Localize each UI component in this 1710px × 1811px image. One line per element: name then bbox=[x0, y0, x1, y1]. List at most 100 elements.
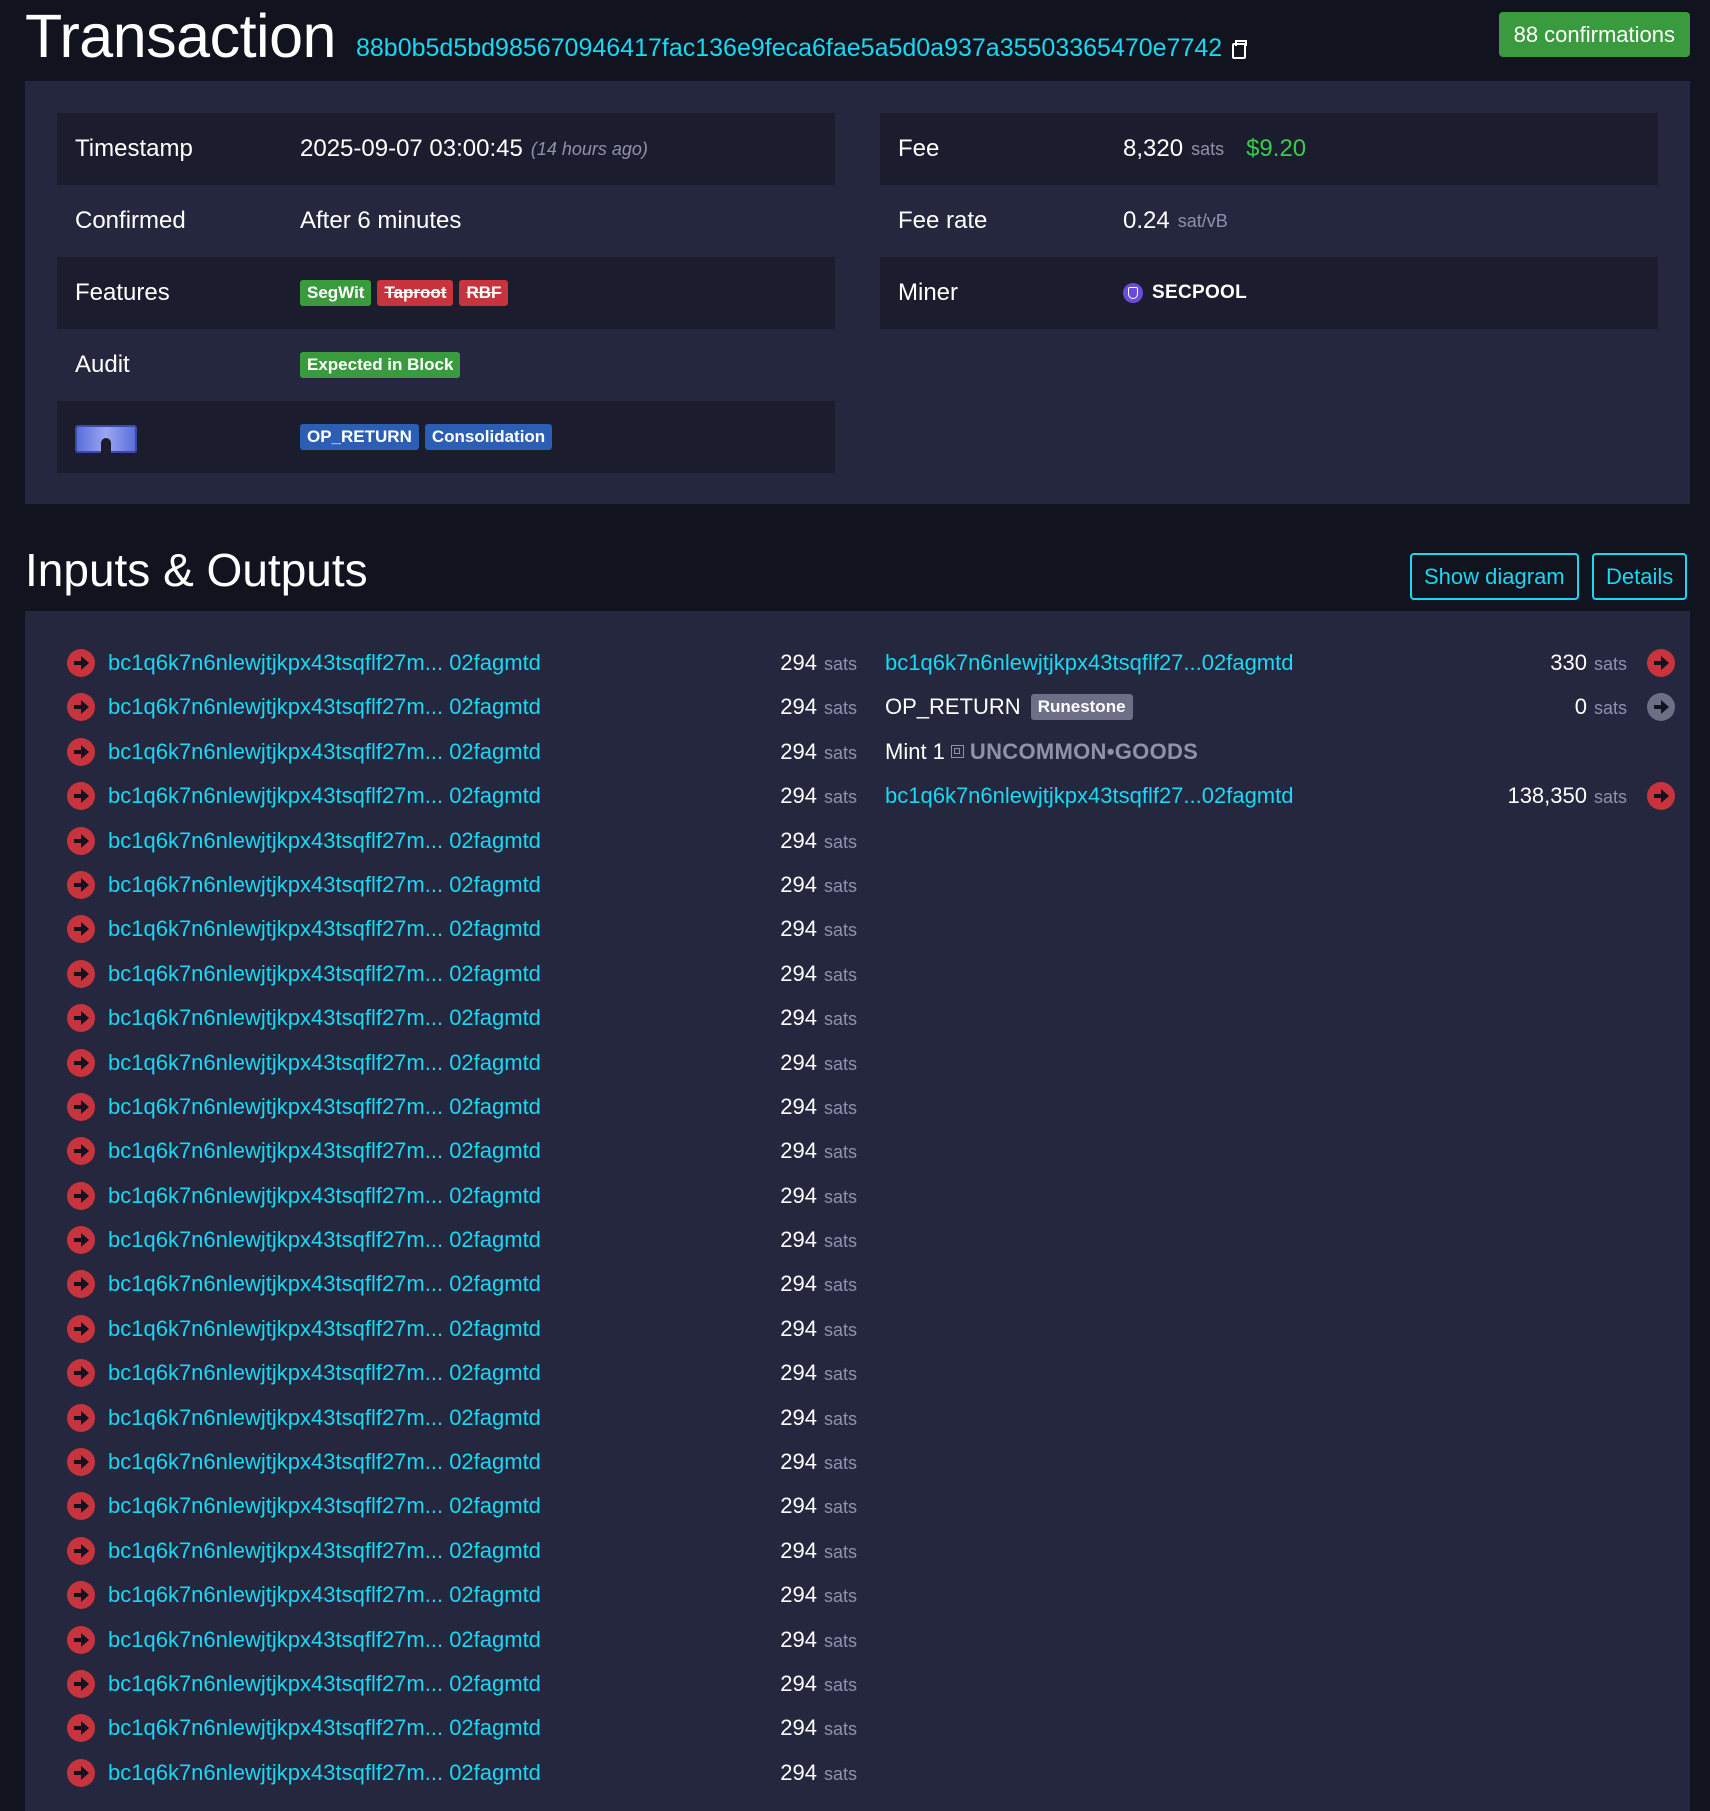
input-amount-unit: sats bbox=[823, 1541, 857, 1562]
previous-output-arrow-icon[interactable] bbox=[67, 826, 95, 855]
input-address-link[interactable]: bc1q6k7n6nlewjtjkpx43tsqflf27m... 02fagm… bbox=[108, 1307, 541, 1351]
previous-output-arrow-icon[interactable] bbox=[67, 1758, 95, 1787]
previous-output-arrow-icon[interactable] bbox=[67, 1714, 95, 1743]
feature-rbf-badge[interactable]: RBF bbox=[459, 280, 509, 306]
previous-output-arrow-icon[interactable] bbox=[67, 1048, 95, 1077]
input-amount-value: 294 bbox=[780, 1537, 817, 1563]
input-address-link[interactable]: bc1q6k7n6nlewjtjkpx43tsqflf27m... 02fagm… bbox=[108, 863, 541, 907]
input-address-link[interactable]: bc1q6k7n6nlewjtjkpx43tsqflf27m... 02fagm… bbox=[108, 641, 541, 685]
input-amount: 294 sats bbox=[657, 1662, 857, 1707]
input-address-link[interactable]: bc1q6k7n6nlewjtjkpx43tsqflf27m... 02fagm… bbox=[108, 730, 541, 774]
txid-text[interactable]: 88b0b5d5bd985670946417fac136e9feca6fae5a… bbox=[356, 34, 1222, 62]
feature-segwit-badge[interactable]: SegWit bbox=[300, 280, 372, 306]
previous-output-arrow-icon[interactable] bbox=[67, 870, 95, 899]
op-return-text: OP_RETURN bbox=[885, 694, 1021, 720]
unspendable-arrow-icon[interactable] bbox=[1647, 693, 1675, 722]
previous-output-arrow-icon[interactable] bbox=[67, 1536, 95, 1565]
previous-output-arrow-icon[interactable] bbox=[67, 782, 95, 811]
miner-name[interactable]: SECPOOL bbox=[1152, 282, 1247, 304]
previous-output-arrow-icon[interactable] bbox=[67, 1004, 95, 1033]
previous-output-arrow-icon[interactable] bbox=[67, 649, 95, 677]
input-address-link[interactable]: bc1q6k7n6nlewjtjkpx43tsqflf27m... 02fagm… bbox=[108, 1129, 541, 1173]
input-row: bc1q6k7n6nlewjtjkpx43tsqflf27m... 02fagm… bbox=[67, 1618, 857, 1662]
pool-logo-icon bbox=[1123, 283, 1143, 303]
output-amount-value: 330 bbox=[1550, 650, 1587, 675]
input-row: bc1q6k7n6nlewjtjkpx43tsqflf27m... 02fagm… bbox=[67, 996, 857, 1040]
input-address-link[interactable]: bc1q6k7n6nlewjtjkpx43tsqflf27m... 02fagm… bbox=[108, 819, 541, 863]
fee-label: Fee bbox=[898, 135, 940, 162]
input-row: bc1q6k7n6nlewjtjkpx43tsqflf27m... 02fagm… bbox=[67, 1484, 857, 1528]
txid-link[interactable]: 88b0b5d5bd985670946417fac136e9feca6fae5a… bbox=[356, 34, 1248, 63]
previous-output-arrow-icon[interactable] bbox=[67, 693, 95, 722]
input-address-link[interactable]: bc1q6k7n6nlewjtjkpx43tsqflf27m... 02fagm… bbox=[108, 1041, 541, 1085]
input-address-link[interactable]: bc1q6k7n6nlewjtjkpx43tsqflf27m... 02fagm… bbox=[108, 1440, 541, 1484]
input-address-link[interactable]: bc1q6k7n6nlewjtjkpx43tsqflf27m... 02fagm… bbox=[108, 1396, 541, 1440]
input-amount-unit: sats bbox=[823, 1719, 857, 1740]
feature-taproot-badge[interactable]: Taproot bbox=[377, 280, 454, 306]
timestamp-label: Timestamp bbox=[75, 135, 193, 162]
inputs-list: bc1q6k7n6nlewjtjkpx43tsqflf27m... 02fagm… bbox=[67, 641, 857, 1795]
op-return-label: OP_RETURN Runestone bbox=[885, 685, 1139, 729]
input-row: bc1q6k7n6nlewjtjkpx43tsqflf27m... 02fagm… bbox=[67, 907, 857, 951]
input-amount: 294 sats bbox=[657, 1129, 857, 1174]
previous-output-arrow-icon[interactable] bbox=[67, 1137, 95, 1166]
input-address-link[interactable]: bc1q6k7n6nlewjtjkpx43tsqflf27m... 02fagm… bbox=[108, 1751, 541, 1795]
input-address-link[interactable]: bc1q6k7n6nlewjtjkpx43tsqflf27m... 02fagm… bbox=[108, 1573, 541, 1617]
input-address-link[interactable]: bc1q6k7n6nlewjtjkpx43tsqflf27m... 02fagm… bbox=[108, 952, 541, 996]
input-address-link[interactable]: bc1q6k7n6nlewjtjkpx43tsqflf27m... 02fagm… bbox=[108, 1085, 541, 1129]
input-amount: 294 sats bbox=[657, 1751, 857, 1796]
audit-badge[interactable]: Expected in Block bbox=[300, 352, 461, 378]
previous-output-arrow-icon[interactable] bbox=[67, 959, 95, 988]
spent-arrow-icon[interactable] bbox=[1647, 649, 1675, 677]
input-address-link[interactable]: bc1q6k7n6nlewjtjkpx43tsqflf27m... 02fagm… bbox=[108, 1351, 541, 1395]
previous-output-arrow-icon[interactable] bbox=[67, 1669, 95, 1698]
previous-output-arrow-icon[interactable] bbox=[67, 1314, 95, 1343]
input-amount-value: 294 bbox=[780, 827, 817, 853]
spent-arrow-icon[interactable] bbox=[1647, 782, 1675, 811]
output-address-link[interactable]: bc1q6k7n6nlewjtjkpx43tsqflf27...02fagmtd bbox=[885, 774, 1293, 818]
input-address-link[interactable]: bc1q6k7n6nlewjtjkpx43tsqflf27m... 02fagm… bbox=[108, 1262, 541, 1306]
output-row: bc1q6k7n6nlewjtjkpx43tsqflf27...02fagmtd… bbox=[885, 641, 1675, 685]
previous-output-arrow-icon[interactable] bbox=[67, 915, 95, 944]
input-amount-unit: sats bbox=[823, 787, 857, 808]
previous-output-arrow-icon[interactable] bbox=[67, 1492, 95, 1521]
input-address-link[interactable]: bc1q6k7n6nlewjtjkpx43tsqflf27m... 02fagm… bbox=[108, 1529, 541, 1573]
previous-output-arrow-icon[interactable] bbox=[67, 1270, 95, 1299]
input-address-link[interactable]: bc1q6k7n6nlewjtjkpx43tsqflf27m... 02fagm… bbox=[108, 1662, 541, 1706]
details-button[interactable]: Details bbox=[1592, 553, 1688, 600]
fee-fiat[interactable]: $9.20 bbox=[1246, 135, 1306, 163]
input-amount-value: 294 bbox=[780, 871, 817, 897]
previous-output-arrow-icon[interactable] bbox=[67, 737, 95, 766]
input-address-link[interactable]: bc1q6k7n6nlewjtjkpx43tsqflf27m... 02fagm… bbox=[108, 907, 541, 951]
input-address-link[interactable]: bc1q6k7n6nlewjtjkpx43tsqflf27m... 02fagm… bbox=[108, 685, 541, 729]
previous-output-arrow-icon[interactable] bbox=[67, 1448, 95, 1477]
audit-label: Audit bbox=[75, 351, 130, 378]
output-amount: 330 sats bbox=[1367, 641, 1627, 686]
input-address-link[interactable]: bc1q6k7n6nlewjtjkpx43tsqflf27m... 02fagm… bbox=[108, 1174, 541, 1218]
input-amount: 294 sats bbox=[657, 1218, 857, 1263]
input-row: bc1q6k7n6nlewjtjkpx43tsqflf27m... 02fagm… bbox=[67, 1307, 857, 1351]
previous-output-arrow-icon[interactable] bbox=[67, 1359, 95, 1388]
previous-output-arrow-icon[interactable] bbox=[67, 1226, 95, 1255]
input-amount-value: 294 bbox=[780, 783, 817, 809]
input-amount: 294 sats bbox=[657, 819, 857, 864]
input-address-link[interactable]: bc1q6k7n6nlewjtjkpx43tsqflf27m... 02fagm… bbox=[108, 774, 541, 818]
previous-output-arrow-icon[interactable] bbox=[67, 1181, 95, 1210]
input-address-link[interactable]: bc1q6k7n6nlewjtjkpx43tsqflf27m... 02fagm… bbox=[108, 996, 541, 1040]
input-address-link[interactable]: bc1q6k7n6nlewjtjkpx43tsqflf27m... 02fagm… bbox=[108, 1484, 541, 1528]
input-amount: 294 sats bbox=[657, 641, 857, 686]
rune-name-link[interactable]: UNCOMMON•GOODS bbox=[970, 739, 1198, 764]
input-address-link[interactable]: bc1q6k7n6nlewjtjkpx43tsqflf27m... 02fagm… bbox=[108, 1618, 541, 1662]
runestone-badge[interactable]: Runestone bbox=[1030, 694, 1133, 721]
previous-output-arrow-icon[interactable] bbox=[67, 1581, 95, 1610]
previous-output-arrow-icon[interactable] bbox=[67, 1403, 95, 1432]
input-address-link[interactable]: bc1q6k7n6nlewjtjkpx43tsqflf27m... 02fagm… bbox=[108, 1218, 541, 1262]
show-diagram-button[interactable]: Show diagram bbox=[1410, 553, 1579, 600]
input-amount-value: 294 bbox=[780, 1005, 817, 1031]
copy-icon[interactable] bbox=[1232, 40, 1248, 59]
previous-output-arrow-icon[interactable] bbox=[67, 1625, 95, 1654]
output-address-link[interactable]: bc1q6k7n6nlewjtjkpx43tsqflf27...02fagmtd bbox=[885, 641, 1293, 685]
previous-output-arrow-icon[interactable] bbox=[67, 1092, 95, 1121]
input-address-link[interactable]: bc1q6k7n6nlewjtjkpx43tsqflf27m... 02fagm… bbox=[108, 1706, 541, 1750]
miner-value[interactable]: SECPOOL bbox=[1123, 257, 1247, 329]
